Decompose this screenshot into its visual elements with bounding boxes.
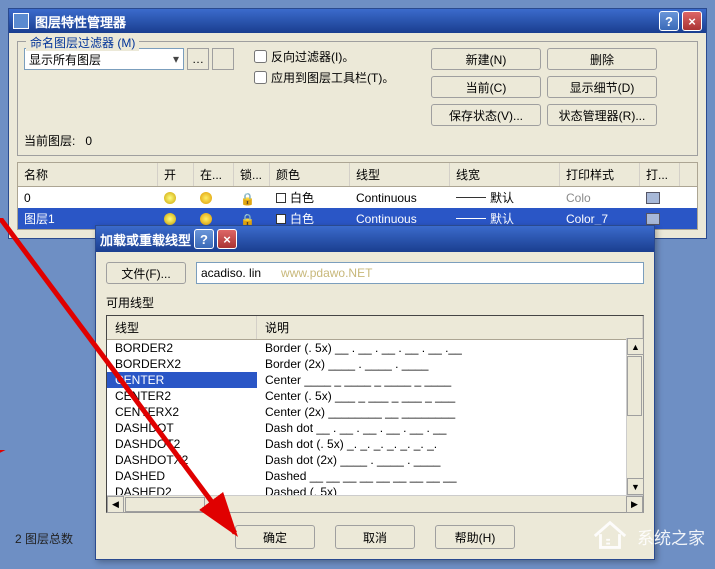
linetype-desc: Dash dot (2x) ____ . ____ . ____	[257, 452, 643, 468]
main-close-button[interactable]: ×	[682, 11, 702, 31]
plot-style: Colo	[560, 187, 640, 208]
lock-icon[interactable]: 🔒	[240, 192, 252, 204]
sun-icon[interactable]	[200, 192, 212, 204]
filter-dropdown[interactable]: 显示所有图层 ▾	[24, 48, 184, 70]
new-button[interactable]: 新建(N)	[431, 48, 541, 70]
linetype-desc: Dash dot (. 5x) _. _. _. _. _. _. _.	[257, 436, 643, 452]
lineweight-sample	[456, 197, 486, 198]
invert-filter-checkbox-row[interactable]: 反向过滤器(I)。	[254, 48, 421, 65]
watermark-text: 系统之家	[637, 524, 705, 549]
app-icon	[13, 13, 29, 29]
save-state-button[interactable]: 保存状态(V)...	[431, 104, 541, 126]
delete-button[interactable]: 删除	[547, 48, 657, 70]
watermark: 系统之家	[591, 517, 705, 555]
filter-group-title: 命名图层过滤器 (M)	[26, 34, 139, 51]
col-pstyle[interactable]: 打印样式	[560, 163, 640, 186]
filter-group: 命名图层过滤器 (M) 显示所有图层 ▾ … 反向过滤器(	[17, 41, 698, 156]
scroll-up-icon[interactable]: ▲	[627, 338, 644, 355]
layer-table-header: 名称 开 在... 锁... 颜色 线型 线宽 打印样式 打...	[18, 163, 697, 187]
apply-toolbar-checkbox[interactable]	[254, 71, 267, 84]
color-swatch[interactable]	[276, 214, 286, 224]
color-label: 白色	[290, 189, 314, 206]
invert-filter-label: 反向过滤器(I)。	[271, 48, 354, 65]
printer-icon[interactable]	[646, 213, 660, 225]
col-lock[interactable]: 锁...	[234, 163, 270, 186]
vertical-scrollbar[interactable]: ▲ ▼	[626, 338, 643, 495]
current-layer-label: 当前图层:	[24, 132, 75, 149]
bulb-icon[interactable]	[164, 192, 176, 204]
col-color[interactable]: 颜色	[270, 163, 350, 186]
filter-aux-button-2[interactable]	[212, 48, 234, 70]
linetype-desc: Dashed __ __ __ __ __ __ __ __ __	[257, 468, 643, 484]
printer-icon[interactable]	[646, 192, 660, 204]
list-col-desc[interactable]: 说明	[257, 316, 643, 339]
help-button[interactable]: 帮助(H)	[435, 525, 515, 549]
col-on[interactable]: 开	[158, 163, 194, 186]
watermark-icon	[591, 517, 629, 555]
linetype-desc: Dash dot __ . __ . __ . __ . __ . __	[257, 420, 643, 436]
lineweight[interactable]: 默认	[490, 189, 514, 206]
col-name[interactable]: 名称	[18, 163, 158, 186]
main-help-button[interactable]: ?	[659, 11, 679, 31]
layer-manager-window: 图层特性管理器 ? × 命名图层过滤器 (M) 显示所有图层 ▾ …	[8, 8, 707, 239]
lineweight-sample	[456, 218, 486, 219]
linetype-desc: Center ____ _ ____ _ ____ _ ____	[257, 372, 643, 388]
layer-row[interactable]: 0 🔒 白色 Continuous 默认 Colo	[18, 187, 697, 208]
state-manager-button[interactable]: 状态管理器(R)...	[547, 104, 657, 126]
linetype[interactable]: Continuous	[350, 187, 450, 208]
color-swatch[interactable]	[276, 193, 286, 203]
col-lweight[interactable]: 线宽	[450, 163, 560, 186]
file-ghost-text: www.pdawo.NET	[281, 266, 372, 280]
col-ltype[interactable]: 线型	[350, 163, 450, 186]
show-details-button[interactable]: 显示细节(D)	[547, 76, 657, 98]
layer-name: 0	[18, 187, 158, 208]
scroll-right-icon[interactable]: ▶	[626, 496, 643, 513]
linetype-desc: Border (. 5x) __ . __ . __ . __ . __ .__	[257, 340, 643, 356]
current-layer-value: 0	[85, 134, 92, 148]
filter-value: 显示所有图层	[29, 51, 101, 68]
cancel-button[interactable]: 取消	[335, 525, 415, 549]
scroll-down-icon[interactable]: ▼	[627, 478, 644, 495]
col-plot[interactable]: 打...	[640, 163, 680, 186]
linetype-desc: Dashed (. 5x)	[257, 484, 643, 495]
current-button[interactable]: 当前(C)	[431, 76, 541, 98]
linetype-desc: Border (2x) ____ . ____ . ____	[257, 356, 643, 372]
linetype-desc: Center (. 5x) ___ _ ___ _ ___ _ ___	[257, 388, 643, 404]
col-freeze[interactable]: 在...	[194, 163, 234, 186]
file-input[interactable]: acadiso. lin www.pdawo.NET	[196, 262, 644, 284]
chevron-down-icon: ▾	[173, 52, 179, 66]
invert-filter-checkbox[interactable]	[254, 50, 267, 63]
apply-toolbar-checkbox-row[interactable]: 应用到图层工具栏(T)。	[254, 69, 421, 86]
filter-aux-button-1[interactable]: …	[187, 48, 209, 70]
scroll-thumb[interactable]	[627, 356, 642, 416]
annotation-arrow-2	[0, 218, 260, 548]
apply-toolbar-label: 应用到图层工具栏(T)。	[271, 69, 394, 86]
linetype-desc: Center (2x) ________ __ ________	[257, 404, 643, 420]
main-title: 图层特性管理器	[35, 12, 126, 31]
main-titlebar[interactable]: 图层特性管理器 ? ×	[9, 9, 706, 33]
